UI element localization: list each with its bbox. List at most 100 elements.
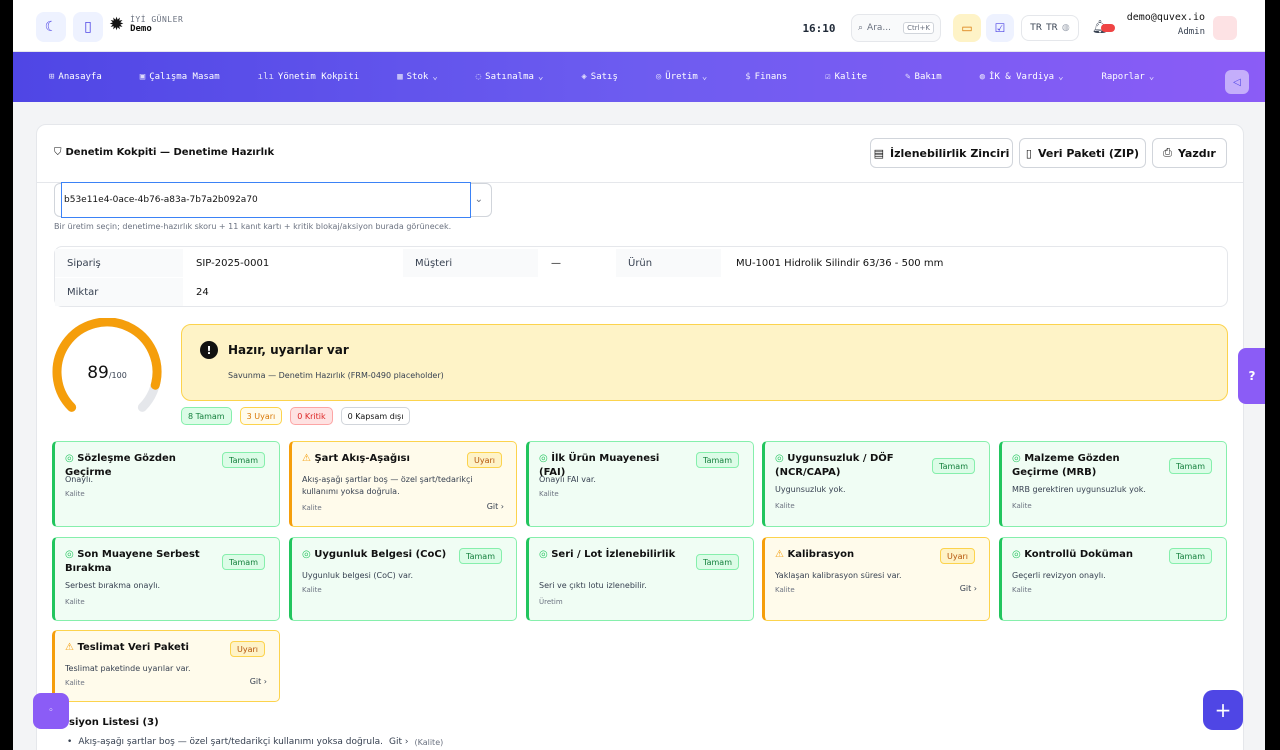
check-circle-icon: ◎ bbox=[539, 549, 548, 560]
nav-label: Yönetim Kokpiti bbox=[277, 72, 360, 82]
nav-item[interactable]: ▣ Çalışma Masam bbox=[140, 72, 220, 82]
bullet: • bbox=[67, 737, 73, 747]
evidence-card: ◎ Uygunluk Belgesi (CoC) Tamam Uygunluk be… bbox=[289, 537, 517, 621]
chip-ok[interactable]: 8 Tamam bbox=[181, 407, 232, 425]
search-input[interactable]: ⌕ Ara... Ctrl+K bbox=[851, 14, 941, 42]
evidence-card-description: MRB gerektiren uygunsuzluk yok. bbox=[1012, 485, 1146, 494]
add-button[interactable]: + bbox=[1203, 690, 1243, 730]
go-link[interactable]: Git › bbox=[250, 677, 267, 686]
nav-label: Çalışma Masam bbox=[149, 72, 220, 82]
quantity-value: 24 bbox=[196, 286, 209, 298]
go-label: Git bbox=[249, 677, 262, 686]
chevron-down-icon: ⌄ bbox=[1058, 72, 1064, 82]
exclamation-icon: ! bbox=[200, 341, 218, 359]
app-frame: ☾ ▯ ✹ İYİ GÜNLER Demo 16:10 ⌕ Ara... Ctr… bbox=[13, 0, 1265, 750]
action-go-link[interactable]: Git › bbox=[389, 737, 409, 747]
go-link[interactable]: Git › bbox=[487, 502, 504, 511]
chevron-down-icon: ⌄ bbox=[537, 72, 544, 82]
evidence-card-description: Geçerli revizyon onaylı. bbox=[1012, 571, 1106, 580]
search-shortcut: Ctrl+K bbox=[903, 22, 934, 34]
help-button[interactable]: ? bbox=[1238, 348, 1265, 404]
language-selector[interactable]: TR TR ◍ bbox=[1021, 15, 1079, 41]
nav-item[interactable]: ◍ İK & Vardiya ⌄ bbox=[980, 72, 1064, 82]
traceability-chain-label: İzlenebilirlik Zinciri bbox=[890, 146, 1010, 160]
chevron-right-icon: › bbox=[500, 502, 504, 511]
nav-item[interactable]: $ Finans bbox=[745, 72, 787, 82]
evidence-card-module: Kalite bbox=[302, 586, 322, 594]
order-info-box: Sipariş SIP-2025-0001 Müşteri — Ürün MU-… bbox=[54, 246, 1228, 307]
evidence-card-module: Kalite bbox=[1012, 502, 1032, 510]
print-button[interactable]: ⎙ Yazdır bbox=[1152, 138, 1227, 168]
user-email: demo@quvex.io bbox=[1126, 12, 1205, 23]
notification-badge bbox=[1101, 24, 1115, 32]
data-package-zip-button[interactable]: ▯ Veri Paketi (ZIP) bbox=[1019, 138, 1146, 168]
order-value: SIP-2025-0001 bbox=[196, 257, 270, 269]
nav-item[interactable]: ◎ Üretim ⌄ bbox=[656, 72, 707, 82]
chevron-down-icon[interactable]: ⌄ bbox=[475, 194, 483, 205]
status-badge: Tamam bbox=[1169, 548, 1212, 564]
select-help-text: Bir üretim seçin; denetime-hazırlık skor… bbox=[54, 222, 452, 231]
document-tree-icon: ▤ bbox=[873, 146, 884, 160]
evidence-card-title: ◎ Son Muayene Serbest Bırakma bbox=[65, 548, 215, 576]
action-text: Akış-aşağı şartlar boş — özel şart/tedar… bbox=[78, 737, 383, 747]
search-placeholder: Ara... bbox=[867, 23, 892, 33]
check-circle-icon: ◎ bbox=[1012, 453, 1021, 464]
nav-item[interactable]: Raporlar ⌄ bbox=[1102, 72, 1155, 82]
greeting-label: İYİ GÜNLER bbox=[130, 15, 184, 24]
check-circle-icon: ◎ bbox=[65, 453, 74, 464]
status-badge: Uyarı bbox=[229, 641, 265, 657]
readiness-status-banner: ! Hazır, uyarılar var Savunma — Denetim … bbox=[181, 324, 1228, 401]
evidence-card-title: ◎ Seri / Lot İzlenebilirlik bbox=[539, 548, 689, 562]
top-bar: ☾ ▯ ✹ İYİ GÜNLER Demo 16:10 ⌕ Ara... Ctr… bbox=[13, 0, 1265, 52]
traceability-chain-button[interactable]: ▤ İzlenebilirlik Zinciri bbox=[870, 138, 1013, 168]
chip-critical[interactable]: 0 Kritik bbox=[290, 407, 333, 425]
production-select[interactable]: b53e11e4-0ace-4b76-a83a-7b7a2b092a70 ⌄ bbox=[54, 182, 492, 218]
nav-item[interactable]: ✎ Bakım bbox=[905, 72, 942, 82]
order-label: Sipariş bbox=[55, 249, 183, 277]
status-badge: Tamam bbox=[696, 452, 739, 468]
evidence-card: ◎ Uygunsuzluk / DÖF (NCR/CAPA) Tamam Uygun… bbox=[762, 441, 990, 527]
notifications-bell-icon[interactable]: 🔔︎ bbox=[1085, 12, 1115, 42]
customer-label: Müşteri bbox=[403, 249, 538, 277]
chevron-down-icon: ⌄ bbox=[1148, 72, 1155, 82]
nav-icon: ▣ bbox=[139, 72, 146, 82]
user-menu[interactable]: demo@quvex.io Admin bbox=[1121, 12, 1205, 37]
nav-item[interactable]: ☑ Kalite bbox=[825, 72, 867, 82]
nav-item[interactable]: ılı Yönetim Kokpiti bbox=[258, 72, 360, 82]
avatar[interactable] bbox=[1213, 16, 1237, 40]
assistant-button[interactable]: ◦ bbox=[33, 693, 69, 729]
nav-item[interactable]: ◌ Satınalma ⌄ bbox=[476, 72, 544, 82]
chip-out-of-scope[interactable]: 0 Kapsam dışı bbox=[340, 407, 411, 425]
evidence-card: ◎ Son Muayene Serbest Bırakma Tamam Serbes… bbox=[52, 537, 280, 621]
nav-item[interactable]: ◈ Satış bbox=[581, 72, 618, 82]
customer-value: — bbox=[551, 257, 561, 269]
evidence-card-title: ⚠ Şart Akış-Aşağısı bbox=[302, 452, 452, 466]
evidence-card-description: Akış-aşağı şartlar boş — özel şart/tedar… bbox=[302, 475, 473, 496]
score-max: /100 bbox=[108, 371, 127, 380]
clipboard-icon[interactable]: ▭ bbox=[953, 14, 981, 42]
evidence-card-title-text: Son Muayene Serbest Bırakma bbox=[65, 549, 200, 574]
evidence-card-module: Kalite bbox=[775, 586, 795, 594]
evidence-card-module: Kalite bbox=[65, 598, 85, 606]
page-title: ⛉ Denetim Kokpiti — Denetime Hazırlık bbox=[54, 147, 274, 158]
search-icon: ⌕ bbox=[858, 23, 864, 33]
tasks-check-icon[interactable]: ☑ bbox=[986, 14, 1014, 42]
nav-item[interactable]: ▦ Stok ⌄ bbox=[397, 72, 438, 82]
theme-toggle-moon-icon[interactable]: ☾ bbox=[36, 12, 66, 42]
warning-triangle-icon: ⚠ bbox=[775, 549, 784, 560]
evidence-card: ⚠ Teslimat Veri Paketi Uyarı Teslimat pake… bbox=[52, 630, 280, 702]
status-chips: 8 Tamam 3 Uyarı 0 Kritik 0 Kapsam dışı bbox=[181, 407, 411, 425]
globe-icon: ◍ bbox=[1061, 23, 1070, 33]
quantity-label: Miktar bbox=[55, 278, 183, 306]
nav-label: Bakım bbox=[914, 72, 942, 82]
go-link[interactable]: Git › bbox=[960, 584, 977, 593]
evidence-card-title-text: Teslimat Veri Paketi bbox=[77, 642, 189, 653]
evidence-card: ◎ Seri / Lot İzlenebilirlik Tamam Seri ve … bbox=[526, 537, 754, 621]
sidebar-toggle-icon[interactable]: ▯ bbox=[73, 12, 103, 42]
sound-icon[interactable]: ◁ bbox=[1225, 70, 1249, 94]
chip-warn[interactable]: 3 Uyarı bbox=[239, 407, 283, 425]
score-value: 89/100 bbox=[51, 363, 163, 383]
nav-item[interactable]: ⊞ Anasayfa bbox=[49, 72, 102, 82]
production-select-value[interactable]: b53e11e4-0ace-4b76-a83a-7b7a2b092a70 bbox=[61, 182, 471, 218]
evidence-card-description: Uygunluk belgesi (CoC) var. bbox=[302, 571, 414, 580]
